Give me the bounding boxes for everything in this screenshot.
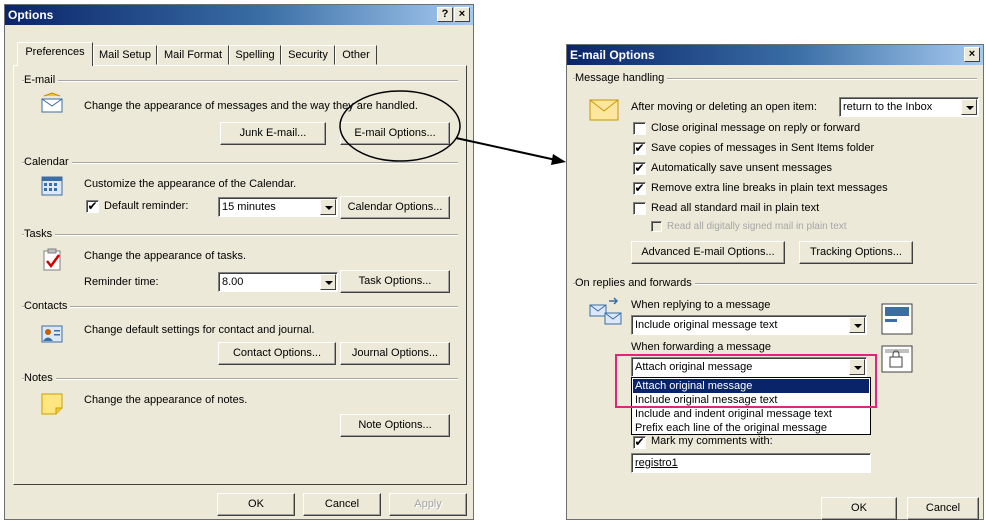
- reply-forward-icon: [589, 297, 622, 325]
- tracking-options-button[interactable]: Tracking Options...: [799, 241, 913, 264]
- mark-comments-value: registro1: [635, 457, 678, 469]
- signed-plain-text-checkbox: [651, 221, 662, 232]
- tab-preferences[interactable]: Preferences: [17, 42, 93, 66]
- callout-arrowhead: [551, 154, 566, 165]
- forwarding-label: When forwarding a message: [631, 341, 772, 353]
- auto-save-checkbox[interactable]: ✔: [633, 162, 646, 175]
- email-options-title: E-mail Options: [570, 48, 655, 62]
- replying-select[interactable]: Include original message text: [631, 315, 867, 335]
- email-options-title-bar: E-mail Options: [567, 45, 983, 65]
- plain-text-label: Read all standard mail in plain text: [651, 202, 820, 214]
- after-moving-value: return to the Inbox: [843, 101, 933, 113]
- close-original-label: Close original message on reply or forwa…: [651, 122, 861, 134]
- reply-preview-icon: [881, 303, 913, 335]
- highlight-box: [615, 354, 877, 408]
- after-moving-select[interactable]: return to the Inbox: [839, 97, 979, 117]
- dropdown-option-include-indent[interactable]: Include and indent original message text: [633, 407, 869, 421]
- replying-label: When replying to a message: [631, 299, 771, 311]
- envelope-icon: [589, 99, 619, 121]
- auto-save-label: Automatically save unsent messages: [651, 162, 832, 174]
- email-options-cancel-button[interactable]: Cancel: [907, 497, 979, 520]
- after-moving-label: After moving or deleting an open item:: [631, 101, 817, 113]
- email-options-ok-button[interactable]: OK: [821, 497, 897, 520]
- callout-arrow-line: [455, 137, 557, 161]
- remove-line-breaks-label: Remove extra line breaks in plain text m…: [651, 182, 888, 194]
- chevron-down-icon[interactable]: [849, 317, 865, 333]
- email-options-dialog: E-mail Options × Message handling After …: [566, 44, 984, 520]
- message-handling-label: Message handling: [575, 72, 668, 84]
- chevron-down-icon[interactable]: [961, 99, 977, 115]
- replies-section-label: On replies and forwards: [575, 277, 695, 289]
- advanced-email-options-button[interactable]: Advanced E-mail Options...: [631, 241, 785, 264]
- email-options-close-button[interactable]: ×: [964, 47, 980, 62]
- callout-ellipse: [339, 90, 461, 162]
- plain-text-checkbox[interactable]: [633, 202, 646, 215]
- dropdown-option-prefix[interactable]: Prefix each line of the original message: [633, 421, 869, 435]
- mark-comments-checkbox[interactable]: ✔: [633, 436, 646, 449]
- replying-value: Include original message text: [635, 319, 778, 331]
- close-original-checkbox[interactable]: [633, 122, 646, 135]
- save-copies-label: Save copies of messages in Sent Items fo…: [651, 142, 875, 154]
- save-copies-checkbox[interactable]: ✔: [633, 142, 646, 155]
- mark-comments-label: Mark my comments with:: [651, 435, 773, 447]
- signed-plain-text-label: Read all digitally signed mail in plain …: [667, 221, 847, 232]
- forward-attachment-icon: [881, 345, 913, 373]
- remove-line-breaks-checkbox[interactable]: ✔: [633, 182, 646, 195]
- mark-comments-input[interactable]: registro1: [631, 453, 871, 473]
